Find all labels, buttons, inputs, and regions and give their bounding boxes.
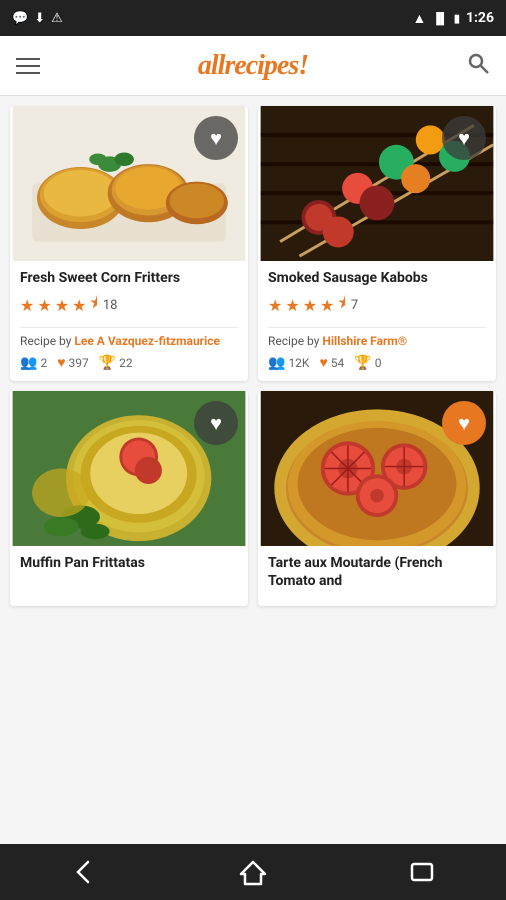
heart-icon-frittatas: ♥ <box>210 413 222 433</box>
recipe-rating-corn-fritters: ★ ★ ★ ★ ⯨ 18 <box>20 292 238 319</box>
recipe-author-corn-fritters: Lee A Vazquez-fitzmaurice <box>74 334 220 348</box>
recipe-meta-corn-fritters: Recipe by Lee A Vazquez-fitzmaurice <box>20 334 238 348</box>
trophy-icon-k: 🏆 <box>354 355 371 371</box>
saves-stat-k: 👥 12K <box>268 355 309 371</box>
recipe-info-corn-fritters: Fresh Sweet Corn Fritters ★ ★ ★ ★ ⯨ 18 R… <box>10 261 248 381</box>
star-4: ★ <box>72 296 86 315</box>
recipe-card-frittatas[interactable]: ♥ Muffin Pan Frittatas <box>10 391 248 605</box>
star-2: ★ <box>37 296 51 315</box>
star-half: ⯨ <box>89 292 97 319</box>
battery-icon: ▮ <box>454 12 460 25</box>
divider-1 <box>20 327 238 328</box>
favorite-button-corn-fritters[interactable]: ♥ <box>194 116 238 160</box>
trophy-icon: 🏆 <box>99 355 116 371</box>
recipe-title-corn-fritters: Fresh Sweet Corn Fritters <box>20 269 238 287</box>
likes-stat: ♥ 397 <box>57 354 89 371</box>
divider-2 <box>268 327 486 328</box>
favorite-button-tarte[interactable]: ♥ <box>442 401 486 445</box>
star-k1: ★ <box>268 296 282 315</box>
recents-button[interactable] <box>392 850 452 894</box>
logo-exclamation: ! <box>298 50 308 81</box>
heart-stat-icon: ♥ <box>57 354 65 371</box>
star-3: ★ <box>55 296 69 315</box>
menu-button[interactable] <box>16 58 40 74</box>
recipe-card-tarte[interactable]: ♥ Tarte aux Moutarde (French Tomato and <box>258 391 496 605</box>
star-k2: ★ <box>285 296 299 315</box>
home-button[interactable] <box>223 850 283 894</box>
recipe-title-tarte: Tarte aux Moutarde (French Tomato and <box>268 554 486 590</box>
saves-count-k: 12K <box>288 356 309 370</box>
review-count-kabobs: 7 <box>351 298 358 313</box>
wifi-icon: ▲ <box>412 10 426 27</box>
recipe-stats-kabobs: 👥 12K ♥ 54 🏆 0 <box>268 354 486 371</box>
saves-stat: 👥 2 <box>20 355 47 371</box>
recipe-by-label-k: Recipe by <box>268 334 319 348</box>
recipe-by-label: Recipe by <box>20 334 71 348</box>
top-navigation: allrecipes! <box>0 36 506 96</box>
status-icons-right: ▲ ▐▌ ▮ 1:26 <box>412 10 494 27</box>
download-icon: ⬇ <box>34 11 45 26</box>
people-icon: 👥 <box>20 355 37 371</box>
star-k3: ★ <box>303 296 317 315</box>
recipe-image-frittatas: ♥ <box>10 391 248 546</box>
recipe-author-kabobs: Hillshire Farm® <box>322 334 407 348</box>
heart-stat-icon-k: ♥ <box>319 354 327 371</box>
likes-count: 397 <box>69 356 89 370</box>
recipe-rating-kabobs: ★ ★ ★ ★ ⯨ 7 <box>268 292 486 319</box>
trophies-stat: 🏆 22 <box>99 355 133 371</box>
hamburger-line-3 <box>16 72 40 74</box>
recipe-title-kabobs: Smoked Sausage Kabobs <box>268 269 486 287</box>
likes-stat-k: ♥ 54 <box>319 354 344 371</box>
status-bar: 💬 ⬇ ⚠ ▲ ▐▌ ▮ 1:26 <box>0 0 506 36</box>
star-k-half: ⯨ <box>337 292 345 319</box>
warning-icon: ⚠ <box>51 11 63 26</box>
signal-icon: ▐▌ <box>432 12 448 25</box>
recipe-card-corn-fritters[interactable]: ♥ Fresh Sweet Corn Fritters ★ ★ ★ ★ ⯨ 18… <box>10 106 248 381</box>
recipe-image-kabobs: ♥ <box>258 106 496 261</box>
trophies-count: 22 <box>119 356 133 370</box>
app-logo: allrecipes! <box>198 50 308 82</box>
recipe-meta-kabobs: Recipe by Hillshire Farm® <box>268 334 486 348</box>
trophies-stat-k: 🏆 0 <box>354 355 381 371</box>
recipe-info-kabobs: Smoked Sausage Kabobs ★ ★ ★ ★ ⯨ 7 Recipe… <box>258 261 496 381</box>
status-icons-left: 💬 ⬇ ⚠ <box>12 11 63 26</box>
notification-icon: 💬 <box>12 11 28 26</box>
heart-icon-tarte: ♥ <box>458 413 470 433</box>
content-area: ♥ Fresh Sweet Corn Fritters ★ ★ ★ ★ ⯨ 18… <box>0 96 506 844</box>
recipe-grid: ♥ Fresh Sweet Corn Fritters ★ ★ ★ ★ ⯨ 18… <box>10 106 496 606</box>
recipe-image-tarte: ♥ <box>258 391 496 546</box>
bottom-navigation <box>0 844 506 900</box>
heart-icon-kabobs: ♥ <box>458 128 470 148</box>
trophies-count-k: 0 <box>375 356 382 370</box>
likes-count-k: 54 <box>331 356 345 370</box>
hamburger-line-2 <box>16 65 40 67</box>
people-icon-k: 👥 <box>268 355 285 371</box>
search-button[interactable] <box>466 51 490 81</box>
recipe-info-tarte: Tarte aux Moutarde (French Tomato and <box>258 546 496 605</box>
back-button[interactable] <box>54 850 114 894</box>
recipe-image-corn-fritters: ♥ <box>10 106 248 261</box>
heart-icon: ♥ <box>210 128 222 148</box>
favorite-button-kabobs[interactable]: ♥ <box>442 116 486 160</box>
saves-count: 2 <box>40 356 47 370</box>
review-count-corn-fritters: 18 <box>103 298 118 313</box>
logo-text: allrecipes <box>198 50 298 81</box>
recipe-stats-corn-fritters: 👥 2 ♥ 397 🏆 22 <box>20 354 238 371</box>
recipe-title-frittatas: Muffin Pan Frittatas <box>20 554 238 572</box>
time-display: 1:26 <box>466 10 494 26</box>
hamburger-line-1 <box>16 58 40 60</box>
recipe-card-kabobs[interactable]: ♥ Smoked Sausage Kabobs ★ ★ ★ ★ ⯨ 7 Reci… <box>258 106 496 381</box>
star-1: ★ <box>20 296 34 315</box>
star-k4: ★ <box>320 296 334 315</box>
recipe-info-frittatas: Muffin Pan Frittatas <box>10 546 248 587</box>
favorite-button-frittatas[interactable]: ♥ <box>194 401 238 445</box>
